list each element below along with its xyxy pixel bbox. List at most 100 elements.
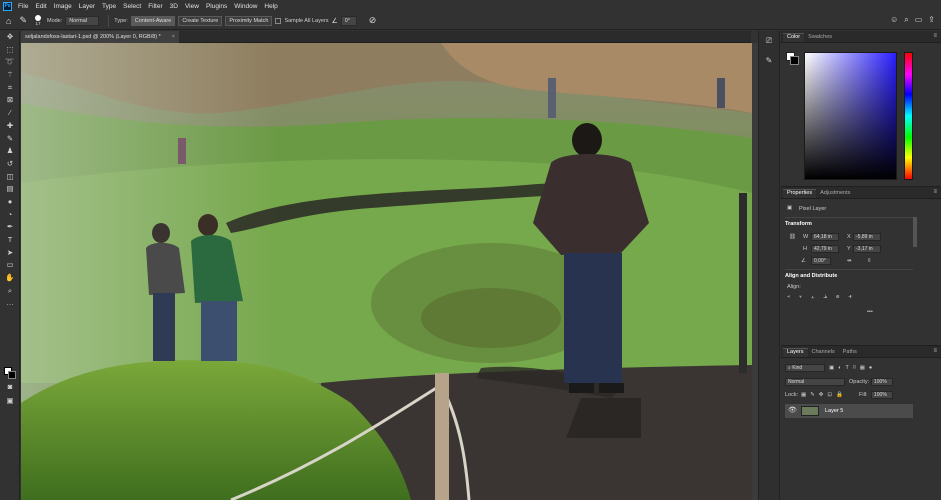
content-aware-button[interactable]: Content-Aware xyxy=(130,15,176,26)
angle-icon: ∠ xyxy=(331,17,338,25)
tab-adjustments[interactable]: Adjustments xyxy=(816,190,854,198)
menu-plugins[interactable]: Plugins xyxy=(206,3,227,10)
clone-stamp-tool-icon[interactable]: ♟ xyxy=(0,145,20,158)
more-options-icon[interactable]: ••• xyxy=(867,309,873,315)
frame-tool-icon[interactable]: ⊠ xyxy=(0,94,20,107)
hue-slider[interactable] xyxy=(904,52,913,180)
marquee-tool-icon[interactable]: ⬚ xyxy=(0,44,20,57)
blur-tool-icon[interactable]: ● xyxy=(0,196,20,209)
fill-input[interactable]: 100% xyxy=(871,391,893,399)
right-panels: Color Swatches ≡ Properties Adjustments … xyxy=(781,31,941,500)
tab-properties[interactable]: Properties xyxy=(783,189,817,198)
lock-icons[interactable]: ▦✎✥⊡🔒 xyxy=(801,392,847,398)
search-icon[interactable]: ⌕ xyxy=(904,15,908,25)
menu-image[interactable]: Image xyxy=(54,3,72,10)
photo-image xyxy=(21,43,752,500)
move-tool-icon[interactable]: ✥ xyxy=(0,31,20,44)
align-label: Align: xyxy=(787,284,801,290)
filter-kind-select[interactable]: ⌕ Kind xyxy=(785,364,825,372)
user-icon[interactable]: ☺ xyxy=(890,15,898,25)
healing-brush-tool-icon[interactable]: ✚ xyxy=(0,120,20,133)
menu-layer[interactable]: Layer xyxy=(79,3,95,10)
color-picker-field[interactable] xyxy=(804,52,897,180)
spot-healing-brush-icon[interactable]: ✎ xyxy=(19,15,27,26)
menu-select[interactable]: Select xyxy=(123,3,141,10)
pen-tool-icon[interactable]: ✒ xyxy=(0,221,20,234)
eraser-tool-icon[interactable]: ◫ xyxy=(0,171,20,184)
create-texture-button[interactable]: Create Texture xyxy=(178,15,223,26)
fill-label: Fill: xyxy=(859,392,868,398)
sample-all-layers-checkbox[interactable] xyxy=(275,17,282,24)
tab-color[interactable]: Color xyxy=(783,33,805,42)
x-input[interactable]: -5,89 in xyxy=(853,233,881,241)
flip-vertical-icon[interactable]: ⇳ xyxy=(867,258,872,264)
angle-input[interactable]: 0° xyxy=(340,15,357,26)
magic-wand-tool-icon[interactable]: ⚚ xyxy=(0,69,20,82)
eyedropper-tool-icon[interactable]: ⁄ xyxy=(0,107,20,120)
menu-file[interactable]: File xyxy=(18,3,28,10)
visibility-eye-icon[interactable]: 👁 xyxy=(788,406,797,414)
edit-toolbar-icon[interactable]: … xyxy=(0,297,20,310)
brush-tool-icon[interactable]: ✎ xyxy=(0,133,20,146)
panel-menu-icon[interactable]: ≡ xyxy=(933,348,937,354)
home-icon[interactable]: ⌂ xyxy=(6,16,11,26)
divider xyxy=(785,269,913,270)
history-icon[interactable]: ⎚ xyxy=(759,31,779,51)
type-label: Type: xyxy=(114,17,128,24)
workspace-icon[interactable]: ▭ xyxy=(915,15,923,25)
crop-tool-icon[interactable]: ⌗ xyxy=(0,82,20,95)
menu-type[interactable]: Type xyxy=(102,3,116,10)
layer-filter-icons[interactable]: ▣◐T⌑▦● xyxy=(829,365,876,371)
dodge-tool-icon[interactable]: ◔ xyxy=(0,209,20,222)
properties-scrollbar[interactable] xyxy=(913,217,917,247)
width-input[interactable]: 64,18 in xyxy=(811,233,839,241)
screen-mode-icon[interactable]: ▣ xyxy=(0,395,20,408)
hand-tool-icon[interactable]: ✋ xyxy=(0,272,20,285)
document-tab[interactable]: seljalandsfoss-lastari-1.psd @ 200% (Lay… xyxy=(21,31,179,43)
rotate-icon: ∠ xyxy=(801,258,806,264)
options-bar: ⌂ ✎ 17 Mode: Normal Type: Content-Aware … xyxy=(0,12,941,30)
lasso-tool-icon[interactable]: ➰ xyxy=(0,56,20,69)
link-icon[interactable]: ⛓ xyxy=(789,234,796,240)
panel-menu-icon[interactable]: ≡ xyxy=(933,33,937,39)
height-input[interactable]: 42,79 in xyxy=(811,245,839,253)
align-buttons-icons[interactable]: ⫞⫟⫠⫡⫢⫣ xyxy=(787,294,861,301)
color-background-swatch[interactable] xyxy=(790,56,799,65)
share-icon[interactable]: ⇪ xyxy=(928,15,935,25)
blend-mode-select[interactable]: Normal xyxy=(785,378,845,386)
tab-swatches[interactable]: Swatches xyxy=(804,34,836,42)
menu-help[interactable]: Help xyxy=(264,3,277,10)
tab-layers[interactable]: Layers xyxy=(783,348,808,357)
document-canvas[interactable] xyxy=(21,43,752,500)
mode-select[interactable]: Normal xyxy=(65,15,100,26)
kind-label: Kind xyxy=(792,365,803,371)
type-tool-icon[interactable]: T xyxy=(0,234,20,247)
proximity-match-button[interactable]: Proximity Match xyxy=(225,15,273,26)
history-brush-tool-icon[interactable]: ↺ xyxy=(0,158,20,171)
opacity-input[interactable]: 100% xyxy=(871,378,893,386)
zoom-tool-icon[interactable]: ⌕ xyxy=(0,285,20,298)
options-right-icons: ☺ ⌕ ▭ ⇪ xyxy=(890,15,935,25)
w-label: W xyxy=(803,234,809,240)
panel-menu-icon[interactable]: ≡ xyxy=(933,189,937,195)
tab-paths[interactable]: Paths xyxy=(839,349,861,357)
menu-view[interactable]: View xyxy=(185,3,199,10)
close-tab-icon[interactable]: × xyxy=(172,31,175,43)
brush-preset-picker[interactable]: 17 xyxy=(34,15,41,26)
tab-channels[interactable]: Channels xyxy=(808,349,839,357)
pressure-size-icon[interactable]: ⊘ xyxy=(369,15,377,26)
quick-mask-icon[interactable]: ◙ xyxy=(0,381,20,394)
menu-3d[interactable]: 3D xyxy=(170,3,178,10)
flip-horizontal-icon[interactable]: ⇹ xyxy=(847,258,852,264)
path-selection-tool-icon[interactable]: ➤ xyxy=(0,247,20,260)
layer-row[interactable]: 👁 Layer 5 xyxy=(785,404,913,418)
y-input[interactable]: -3,17 in xyxy=(853,245,881,253)
gradient-tool-icon[interactable]: ▤ xyxy=(0,183,20,196)
menu-filter[interactable]: Filter xyxy=(148,3,162,10)
menu-window[interactable]: Window xyxy=(234,3,257,10)
rotation-input[interactable]: 0,00° xyxy=(811,257,831,265)
menu-edit[interactable]: Edit xyxy=(35,3,46,10)
brush-settings-icon[interactable]: ✎ xyxy=(759,51,779,71)
rectangle-tool-icon[interactable]: ▭ xyxy=(0,259,20,272)
background-color-swatch[interactable] xyxy=(8,371,16,379)
